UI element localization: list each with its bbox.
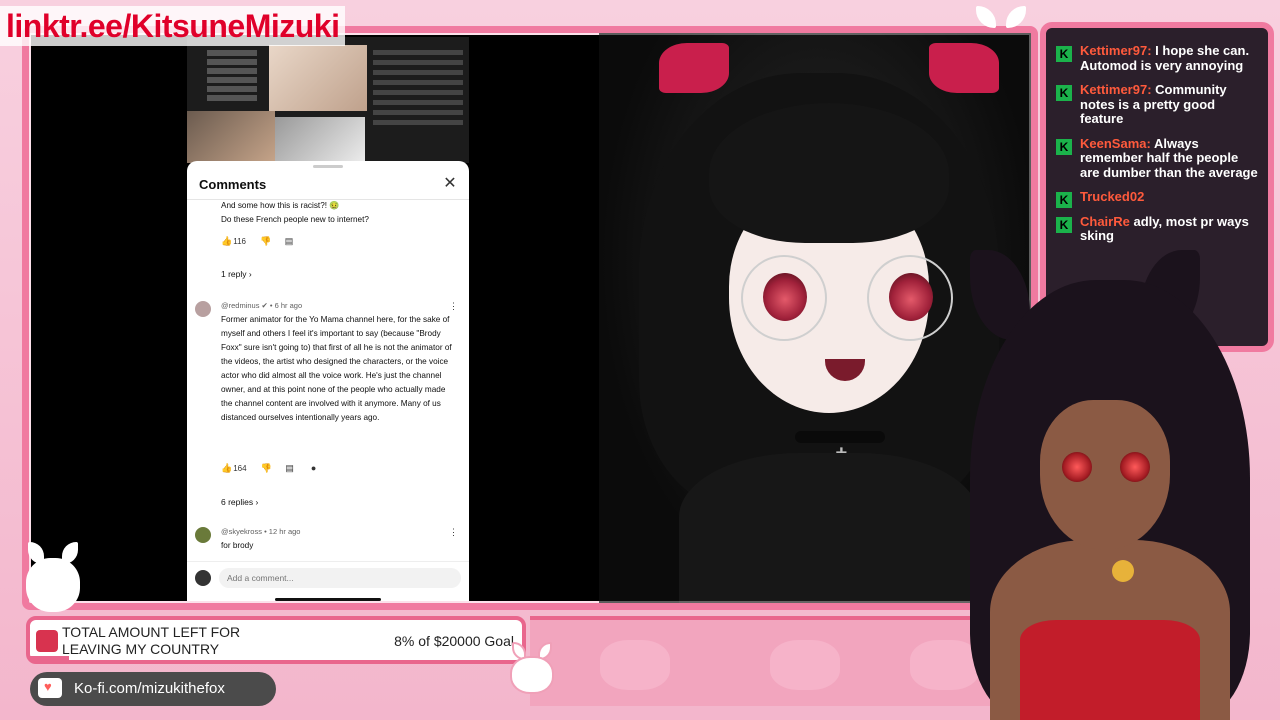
goal-progress-fill bbox=[30, 656, 70, 660]
streamer-avatar bbox=[930, 240, 1280, 720]
comment-text: Former animator for the Yo Mama channel … bbox=[221, 315, 452, 422]
necklace-gem bbox=[1112, 560, 1134, 582]
chat-message: K Kettimer97: I hope she can. Automod is… bbox=[1046, 28, 1268, 79]
video-thumbnail-preview bbox=[187, 37, 469, 163]
more-options-icon[interactable]: ⋮ bbox=[449, 301, 458, 312]
avatar-eye bbox=[1120, 452, 1150, 482]
kofi-cup-icon bbox=[38, 678, 62, 698]
add-comment-input[interactable] bbox=[219, 568, 461, 588]
more-options-icon[interactable]: ⋮ bbox=[449, 527, 458, 538]
avatar-outfit bbox=[1020, 620, 1200, 720]
donation-goal-bar: TOTAL AMOUNT LEFT FOR LEAVING MY COUNTRY… bbox=[26, 616, 526, 664]
portrait-eye bbox=[889, 273, 933, 321]
fox-pattern-icon bbox=[770, 640, 840, 690]
avatar[interactable] bbox=[195, 301, 211, 317]
comment-actions: 👍 116 👎 ▤ bbox=[221, 236, 294, 246]
goal-amount: 8% of $20000 Goal bbox=[394, 633, 514, 649]
avatar-eye bbox=[1062, 452, 1092, 482]
comments-title: Comments bbox=[199, 177, 267, 192]
fox-mascot-icon bbox=[20, 540, 84, 614]
stream-overlay: Comments ✕ And some how this is racist?!… bbox=[0, 0, 1280, 720]
chat-badge: K bbox=[1056, 192, 1072, 208]
portrait-eye bbox=[763, 273, 807, 321]
thumb-image bbox=[275, 117, 365, 163]
chat-messages: K Kettimer97: I hope she can. Automod is… bbox=[1046, 28, 1268, 250]
reply-icon[interactable]: ▤ bbox=[284, 236, 294, 246]
home-indicator bbox=[275, 598, 381, 601]
thumb-image bbox=[187, 111, 275, 163]
thumb-nav-list bbox=[207, 47, 267, 117]
chat-message: K Kettimer97: Community notes is a prett… bbox=[1046, 79, 1268, 133]
chat-message: K KeenSama: Always remember half the peo… bbox=[1046, 133, 1268, 187]
kofi-badge: Ko-fi.com/mizukithefox bbox=[30, 672, 276, 706]
avatar[interactable] bbox=[195, 527, 211, 543]
chat-badge: K bbox=[1056, 216, 1072, 233]
hair-bow bbox=[929, 43, 999, 93]
comment-actions: 👍 164 👎 ▤ ● bbox=[221, 463, 319, 473]
dislike-icon[interactable]: 👎 bbox=[260, 236, 271, 246]
add-comment-bar bbox=[187, 561, 469, 601]
comment-text: And some how this is racist?! 🤢 Do these… bbox=[221, 201, 369, 224]
thumbs-up-icon: 👍 bbox=[221, 463, 233, 473]
close-icon[interactable]: ✕ bbox=[441, 175, 459, 193]
user-avatar bbox=[195, 570, 211, 586]
chat-badge: K bbox=[1056, 138, 1072, 155]
linktree-banner: linktr.ee/KitsuneMizuki bbox=[0, 6, 346, 46]
reply-icon[interactable]: ▤ bbox=[285, 463, 295, 473]
thumb-sidebar bbox=[373, 45, 463, 155]
creator-heart-icon: ● bbox=[310, 463, 317, 473]
drag-handle[interactable] bbox=[313, 165, 343, 168]
dislike-icon[interactable]: 👎 bbox=[261, 463, 272, 473]
hair-bow bbox=[659, 43, 729, 93]
comment-text: for brody bbox=[221, 541, 254, 550]
like-button[interactable]: 👍 164 bbox=[221, 463, 247, 473]
chat-fox-ears bbox=[966, 0, 1036, 40]
comments-panel: Comments ✕ And some how this is racist?!… bbox=[187, 161, 469, 601]
chat-message: K Trucked02 bbox=[1046, 186, 1268, 211]
heart-icon bbox=[36, 630, 58, 652]
portrait-bangs bbox=[709, 103, 949, 243]
chat-badge: K bbox=[1056, 85, 1072, 101]
thumbs-up-icon: 👍 bbox=[221, 236, 233, 246]
avatar-face bbox=[1040, 400, 1170, 550]
goal-label: TOTAL AMOUNT LEFT FOR LEAVING MY COUNTRY bbox=[62, 624, 241, 657]
like-button[interactable]: 👍 116 bbox=[221, 236, 246, 246]
comment-meta: @skyekross • 12 hr ago bbox=[221, 527, 301, 536]
fox-mascot-icon bbox=[500, 640, 560, 696]
chat-badge: K bbox=[1056, 46, 1072, 62]
main-stage-frame: Comments ✕ And some how this is racist?!… bbox=[22, 26, 1038, 610]
thumb-image bbox=[269, 45, 367, 111]
kofi-link: Ko-fi.com/mizukithefox bbox=[74, 680, 225, 697]
fox-pattern-icon bbox=[600, 640, 670, 690]
comment-meta: @redminus ✔ • 6 hr ago bbox=[221, 301, 303, 310]
replies-link[interactable]: 1 reply › bbox=[221, 269, 252, 279]
replies-link[interactable]: 6 replies › bbox=[221, 497, 258, 507]
